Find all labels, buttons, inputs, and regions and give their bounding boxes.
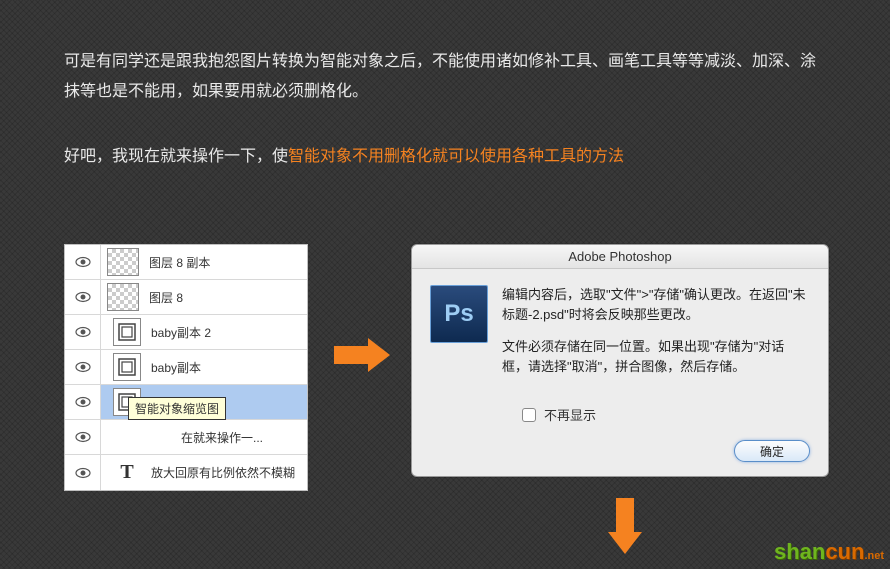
dont-show-again[interactable]: 不再显示 [412,399,828,426]
layer-row[interactable]: baby副本 2 [65,315,307,350]
eye-icon [75,429,91,445]
smart-object-thumbnail[interactable] [113,353,141,381]
visibility-toggle[interactable] [65,350,101,384]
visibility-toggle[interactable] [65,385,101,419]
dialog-message-2: 文件必须存储在同一位置。如果出现"存储为"对话框，请选择"取消"，拼合图像，然后… [502,337,810,377]
layers-panel: 图层 8 副本 图层 8 baby副本 2 baby副本 baby [64,244,308,491]
layer-name[interactable]: 图层 8 [149,289,183,306]
layer-row[interactable]: 图层 8 [65,280,307,315]
checkbox-icon[interactable] [522,408,536,422]
layer-name[interactable]: baby副本 [151,359,201,376]
watermark-part3: .net [864,550,884,562]
dialog-body: Ps 编辑内容后，选取"文件">"存储"确认更改。在返回"未标题-2.psd"时… [412,269,828,399]
smart-object-icon [117,357,137,377]
layer-name[interactable]: 图层 8 副本 [149,254,210,271]
arrow-down-icon [608,498,642,554]
p2-highlight: 智能对象不用删格化就可以使用各种工具的方法 [288,148,624,165]
text-layer-thumbnail[interactable]: T [113,459,141,487]
watermark-part2: cun [825,539,864,564]
eye-icon [75,359,91,375]
layer-row[interactable]: 图层 8 副本 [65,245,307,280]
layer-row[interactable]: T 放大回原有比例依然不模糊 [65,455,307,490]
dialog: Adobe Photoshop Ps 编辑内容后，选取"文件">"存储"确认更改… [411,244,829,477]
ok-button[interactable]: 确定 [734,440,810,462]
layer-thumbnail[interactable] [113,423,141,451]
dialog-message-1: 编辑内容后，选取"文件">"存储"确认更改。在返回"未标题-2.psd"时将会反… [502,285,810,325]
visibility-toggle[interactable] [65,245,101,279]
tooltip: 智能对象缩览图 [128,397,226,420]
layer-name[interactable]: 放大回原有比例依然不模糊 [151,464,295,481]
eye-icon [75,289,91,305]
eye-icon [75,254,91,270]
layer-name[interactable]: 在就来操作一... [181,429,263,446]
p2-text-a: 好吧，我现在就来操作一下，使 [64,148,288,165]
eye-icon [75,324,91,340]
visibility-toggle[interactable] [65,315,101,349]
layer-thumbnail[interactable] [107,248,139,276]
layer-thumbnail[interactable] [107,283,139,311]
smart-object-thumbnail[interactable] [113,318,141,346]
dialog-footer: 确定 [412,426,828,476]
layer-row[interactable]: 在就来操作一... [65,420,307,455]
dialog-title: Adobe Photoshop [412,245,828,269]
eye-icon [75,394,91,410]
arrow-right-icon [334,338,390,372]
layer-name[interactable]: baby副本 2 [151,324,211,341]
intro-paragraph-1: 可是有同学还是跟我抱怨图片转换为智能对象之后，不能使用诸如修补工具、画笔工具等等… [64,47,824,107]
smart-object-icon [117,322,137,342]
eye-icon [75,465,91,481]
watermark-part1: shan [774,539,825,564]
dialog-message: 编辑内容后，选取"文件">"存储"确认更改。在返回"未标题-2.psd"时将会反… [502,285,810,389]
visibility-toggle[interactable] [65,280,101,314]
visibility-toggle[interactable] [65,420,101,454]
watermark: shancun.net [774,539,884,565]
intro-paragraph-2: 好吧，我现在就来操作一下，使智能对象不用删格化就可以使用各种工具的方法 [64,142,624,172]
layer-row[interactable]: baby副本 [65,350,307,385]
checkbox-label: 不再显示 [544,405,596,424]
visibility-toggle[interactable] [65,455,101,490]
photoshop-icon: Ps [430,285,488,343]
